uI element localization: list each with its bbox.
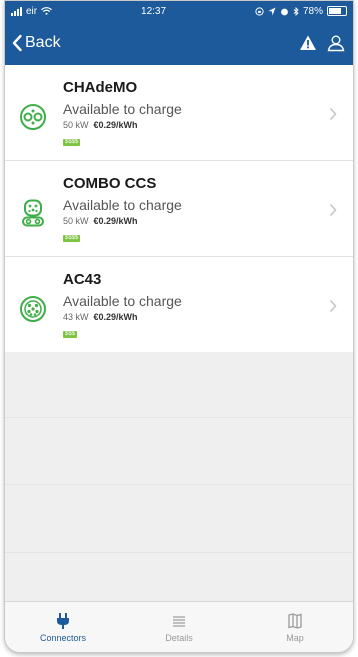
user-icon[interactable] (327, 34, 345, 52)
connector-price: €0.29/kWh (93, 216, 138, 226)
connector-power: 50 kW (63, 120, 89, 130)
top-bar: eir 12:37 78% Back (5, 1, 353, 65)
connector-status: Available to charge (63, 293, 182, 309)
back-label: Back (25, 34, 61, 51)
lock-rotation-icon (255, 6, 264, 16)
map-icon (288, 612, 302, 629)
bluetooth-icon (293, 6, 299, 16)
connector-price: €0.29/kWh (93, 312, 138, 322)
battery-icon (326, 6, 347, 16)
ac43-connector-icon (20, 296, 46, 322)
connector-row-ac43[interactable]: AC43 Available to charge 43 kW €0.29/kWh… (5, 257, 353, 352)
warning-icon[interactable] (299, 34, 317, 52)
status-time: 12:37 (141, 5, 167, 17)
connector-power: 50 kW (63, 216, 89, 226)
speed-badge: $$$$ (63, 139, 81, 146)
connector-row-combo-ccs[interactable]: COMBO CCS Available to charge 50 kW €0.2… (5, 161, 353, 257)
speed-badge: $$$$ (63, 235, 81, 242)
battery-percent: 78% (302, 5, 323, 17)
status-bar: eir 12:37 78% (5, 1, 353, 21)
empty-area (5, 352, 353, 587)
tab-details[interactable]: Details (121, 602, 237, 652)
tab-connectors[interactable]: Connectors (5, 602, 121, 652)
nav-row: Back (5, 21, 353, 65)
connector-name: COMBO CCS (63, 175, 157, 192)
chademo-connector-icon (20, 104, 46, 130)
chevron-right-icon (329, 299, 337, 313)
location-icon (268, 7, 276, 15)
connector-status: Available to charge (63, 101, 182, 117)
connector-row-chademo[interactable]: CHAdeMO Available to charge 50 kW €0.29/… (5, 65, 353, 161)
tab-label: Connectors (39, 632, 87, 643)
chevron-left-icon (12, 34, 22, 52)
divider (5, 417, 353, 418)
tab-map[interactable]: Map (237, 602, 353, 652)
divider (5, 484, 353, 485)
carrier-label: eir (26, 5, 38, 17)
wifi-icon (41, 7, 53, 15)
speed-badge: $$$ (63, 331, 78, 338)
back-button[interactable]: Back (11, 34, 61, 52)
combo-ccs-connector-icon (22, 199, 44, 227)
connector-power: 43 kW (63, 312, 89, 322)
alarm-icon (281, 8, 288, 15)
connector-name: AC43 (63, 271, 102, 288)
chevron-right-icon (329, 203, 337, 217)
signal-icon (11, 6, 22, 16)
chevron-right-icon (329, 107, 337, 121)
phone-screen: eir 12:37 78% Back CHAdeMO Available to … (4, 0, 354, 653)
plug-icon (57, 612, 69, 629)
list-icon (173, 615, 185, 627)
connector-price: €0.29/kWh (93, 120, 138, 130)
tab-label: Details (165, 632, 193, 643)
connector-list: CHAdeMO Available to charge 50 kW €0.29/… (5, 65, 353, 352)
connector-name: CHAdeMO (63, 79, 138, 96)
tab-bar: Connectors Details Map (5, 601, 353, 652)
connector-status: Available to charge (63, 197, 182, 213)
tab-label: Map (286, 632, 304, 643)
divider (5, 552, 353, 553)
